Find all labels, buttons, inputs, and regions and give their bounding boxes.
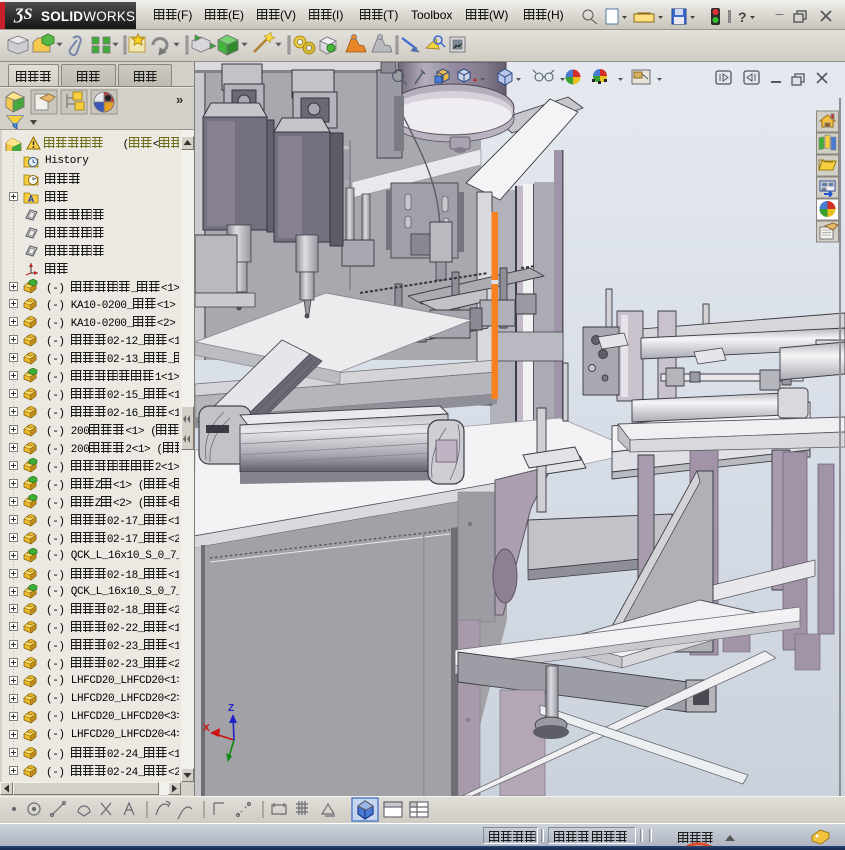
svg-text:Z: Z [228, 703, 234, 714]
svg-text:A: A [28, 195, 34, 204]
svg-text:?: ? [738, 9, 747, 25]
svg-text:X: X [203, 723, 210, 734]
